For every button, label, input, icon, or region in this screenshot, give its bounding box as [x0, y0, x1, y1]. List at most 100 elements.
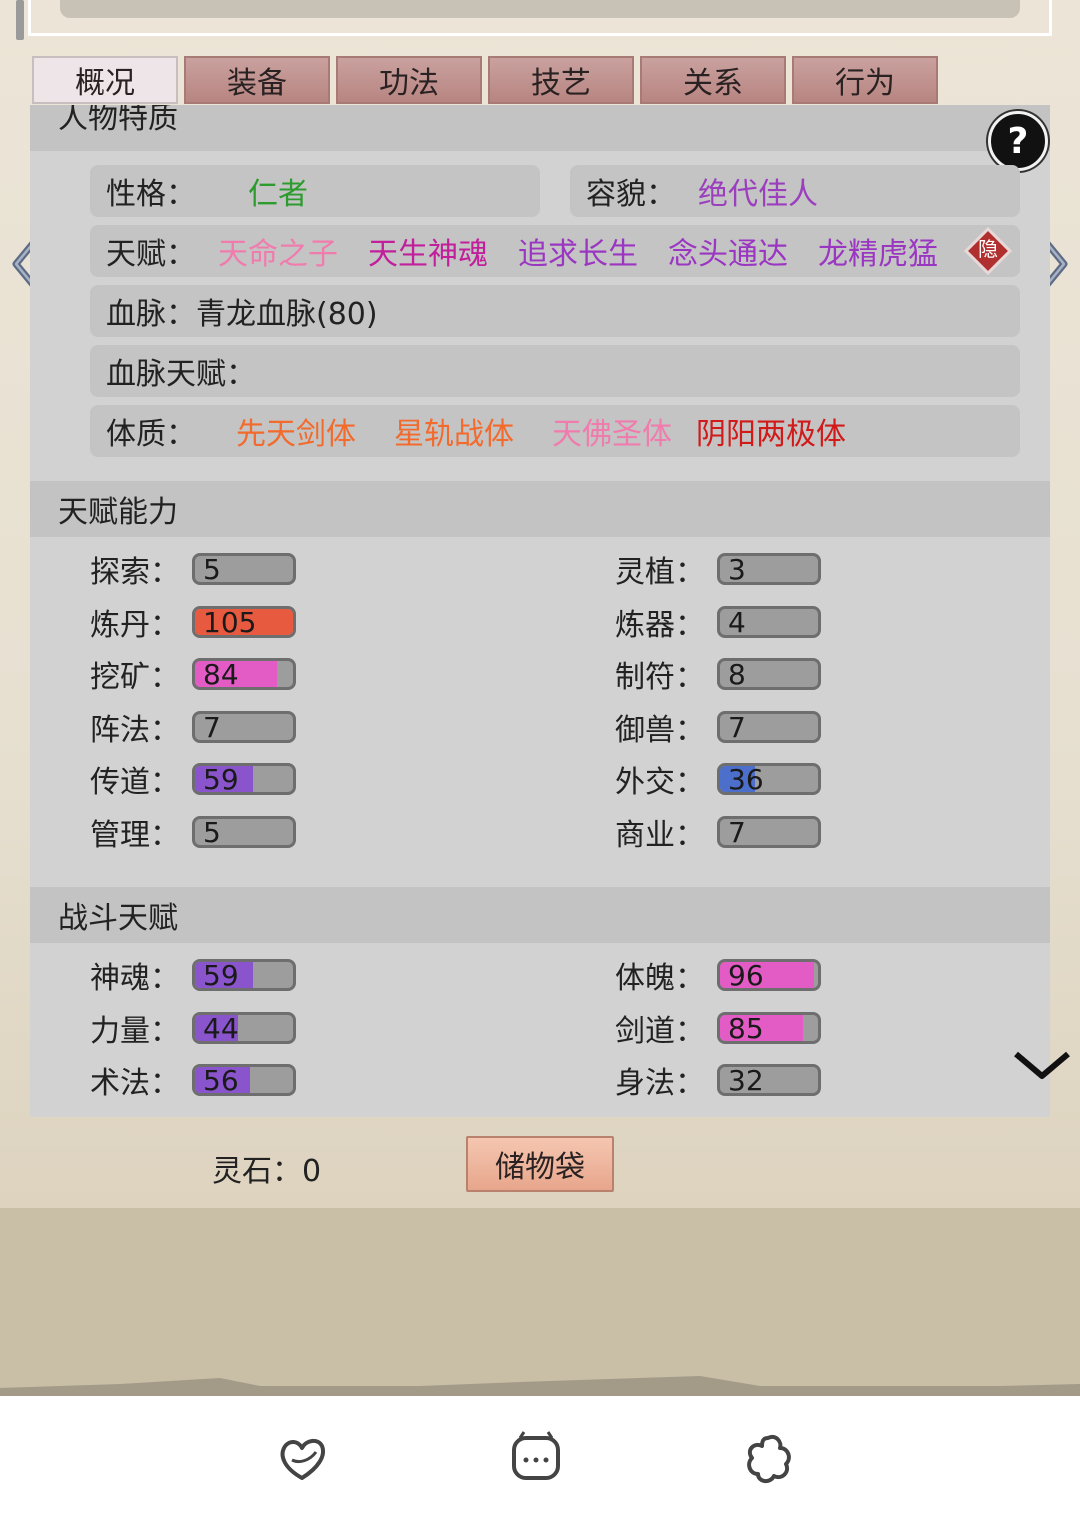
- talent-trait[interactable]: 天命之子: [218, 229, 368, 273]
- stat-bar: 44: [192, 1011, 296, 1044]
- mountain-ridge: [0, 1376, 1080, 1396]
- appearance-row: 容貌： 绝代佳人: [570, 165, 1020, 217]
- stat-value: 7: [728, 710, 746, 743]
- stat-row: 管理： 5: [90, 812, 296, 853]
- scenery-band: [0, 1208, 1080, 1396]
- cultivation-bar: [60, 0, 1020, 18]
- heart-icon[interactable]: [274, 1430, 330, 1490]
- stat-label: 炼器：: [615, 607, 705, 643]
- stat-label: 剑道：: [615, 1013, 705, 1049]
- stat-row: 传道： 59: [90, 759, 296, 800]
- stat-bar: 4: [717, 605, 821, 638]
- tab-bar: 概况 装备 功法 技艺 关系 行为: [32, 56, 938, 104]
- stat-label: 御兽：: [615, 712, 705, 748]
- stat-label: 神魂：: [90, 961, 180, 996]
- appearance-label: 容貌：: [586, 177, 676, 212]
- bloodline-talent-label: 血脉天赋：: [106, 357, 256, 392]
- physique-trait[interactable]: 阴阳两极体: [696, 409, 846, 453]
- bloodline-row: 血脉： 青龙血脉(80): [90, 285, 1020, 337]
- physique-trait[interactable]: 天佛圣体: [552, 409, 696, 453]
- combat-section-title: 战斗天赋: [58, 901, 178, 936]
- physique-trait[interactable]: 先天剑体: [236, 409, 394, 453]
- talent-trait[interactable]: 天生神魂: [368, 229, 518, 273]
- physique-trait[interactable]: 星轨战体: [394, 409, 552, 453]
- stat-row: 神魂： 59: [90, 955, 296, 996]
- hide-badge-label: 隐: [978, 237, 998, 261]
- stat-bar: 85: [717, 1011, 821, 1044]
- chat-icon[interactable]: [508, 1430, 564, 1490]
- stat-label: 体魄：: [615, 961, 705, 996]
- tab-behavior[interactable]: 行为: [792, 56, 938, 104]
- stat-value: 56: [203, 1064, 239, 1096]
- personality-row: 性格： 仁者: [90, 165, 540, 217]
- stat-bar: 96: [717, 959, 821, 991]
- stat-label: 探索：: [90, 555, 180, 590]
- stat-value: 105: [203, 605, 257, 638]
- stat-value: 59: [203, 959, 239, 991]
- combat-section-header: 战斗天赋: [30, 887, 1050, 943]
- stat-bar: 7: [717, 815, 821, 848]
- stat-value: 84: [203, 658, 239, 690]
- stat-bar: 36: [717, 763, 821, 795]
- tab-equipment[interactable]: 装备: [184, 56, 330, 104]
- talent-trait[interactable]: 追求长生: [518, 229, 668, 273]
- stat-bar: 105: [192, 605, 296, 638]
- tab-relations[interactable]: 关系: [640, 56, 786, 104]
- bloodline-value: 青龙血脉(80): [196, 297, 378, 332]
- stat-label: 商业：: [615, 817, 705, 853]
- stat-row: 商业： 7: [615, 812, 821, 853]
- stat-row: 身法： 32: [615, 1060, 821, 1101]
- tab-skills[interactable]: 技艺: [488, 56, 634, 104]
- tab-techniques[interactable]: 功法: [336, 56, 482, 104]
- tab-overview[interactable]: 概况: [32, 56, 178, 104]
- stat-row: 阵法： 7: [90, 707, 296, 748]
- chevron-down-icon[interactable]: [1012, 1048, 1072, 1082]
- stat-bar: 5: [192, 553, 296, 585]
- stat-label: 管理：: [90, 817, 180, 853]
- stat-value: 32: [728, 1064, 764, 1096]
- help-icon[interactable]: ?: [988, 111, 1048, 171]
- physique-label: 体质：: [106, 417, 196, 452]
- stat-row: 探索： 5: [90, 549, 296, 590]
- ability-section-title: 天赋能力: [58, 495, 178, 530]
- stat-value: 7: [728, 815, 746, 848]
- stat-label: 灵植：: [615, 555, 705, 590]
- stat-label: 阵法：: [90, 712, 180, 748]
- stat-label: 挖矿：: [90, 660, 180, 695]
- talent-trait[interactable]: 龙精虎猛: [818, 229, 958, 273]
- stat-bar: 8: [717, 658, 821, 690]
- stat-bar: 3: [717, 553, 821, 585]
- stat-bar: 7: [717, 710, 821, 743]
- stat-value: 3: [728, 553, 746, 585]
- personality-value: 仁者: [248, 177, 308, 212]
- stat-value: 59: [203, 763, 239, 795]
- stat-value: 5: [203, 815, 221, 848]
- traits-section-title: 人物特质: [58, 105, 178, 136]
- stat-row: 挖矿： 84: [90, 654, 296, 695]
- overview-panel: 人物特质 ? 性格： 仁者 容貌： 绝代佳人 天赋： 天命之子 天生神魂 追求长…: [30, 105, 1050, 1117]
- personality-label: 性格：: [106, 177, 196, 212]
- stat-row: 剑道： 85: [615, 1008, 821, 1049]
- stat-value: 5: [203, 553, 221, 585]
- talent-trait[interactable]: 念头通达: [668, 229, 818, 273]
- appearance-value: 绝代佳人: [698, 177, 818, 212]
- stat-value: 8: [728, 658, 746, 690]
- talent-label: 天赋：: [106, 237, 196, 272]
- stat-row: 体魄： 96: [615, 955, 821, 996]
- physique-row: 体质： 先天剑体 星轨战体 天佛圣体 阴阳两极体: [90, 405, 1020, 457]
- stat-label: 制符：: [615, 660, 705, 695]
- hide-talent-button[interactable]: 隐: [964, 227, 1012, 275]
- stat-value: 85: [728, 1011, 764, 1044]
- scroll-indicator: [16, 0, 24, 40]
- storage-bag-button[interactable]: 储物袋: [466, 1136, 614, 1192]
- spirit-stone-count: 灵石：0: [212, 1154, 322, 1189]
- stat-value: 36: [728, 763, 764, 795]
- stat-value: 4: [728, 605, 746, 638]
- ability-section-header: 天赋能力: [30, 481, 1050, 537]
- bloodline-label: 血脉：: [106, 297, 196, 332]
- talent-row: 天赋： 天命之子 天生神魂 追求长生 念头通达 龙精虎猛 隐: [90, 225, 1020, 277]
- flower-icon[interactable]: [740, 1430, 796, 1490]
- footer-bar: 灵石：0 储物袋: [0, 1136, 1080, 1192]
- stat-value: 44: [203, 1011, 239, 1044]
- stat-row: 制符： 8: [615, 654, 821, 695]
